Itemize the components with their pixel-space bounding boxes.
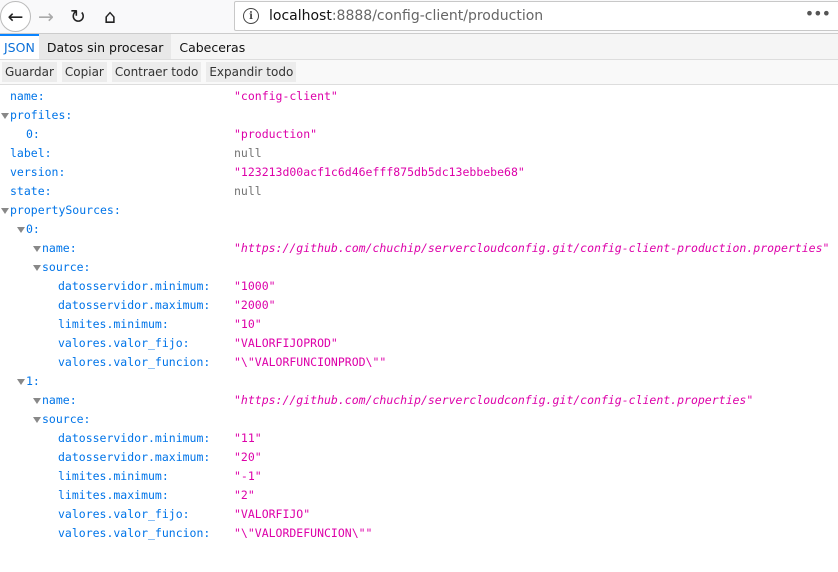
copy-button[interactable]: Copiar: [61, 62, 107, 82]
json-key: profiles:: [10, 108, 73, 122]
json-row[interactable]: 1:: [0, 372, 838, 391]
expand-toggle-icon[interactable]: [1, 113, 9, 119]
json-row[interactable]: datosservidor.minimum: "1000": [0, 277, 838, 296]
arrow-left-icon: ←: [7, 5, 24, 28]
json-row[interactable]: source:: [0, 410, 838, 429]
reload-icon: ↻: [70, 6, 86, 28]
collapse-all-button[interactable]: Contraer todo: [111, 62, 202, 82]
json-row[interactable]: version: "123213d00acf1c6d46efff875db5dc1…: [0, 163, 838, 182]
json-value: "123213d00acf1c6d46efff875db5dc13ebbebe6…: [234, 165, 525, 179]
save-button[interactable]: Guardar: [2, 62, 57, 82]
json-key: 1:: [26, 374, 40, 388]
json-value: "config-client": [234, 89, 338, 103]
json-row[interactable]: limites.minimum: "10": [0, 315, 838, 334]
home-button[interactable]: ⌂: [97, 4, 123, 30]
json-row[interactable]: datosservidor.minimum: "11": [0, 429, 838, 448]
json-row[interactable]: label: null: [0, 144, 838, 163]
home-icon: ⌂: [103, 6, 117, 28]
json-key: name:: [42, 241, 77, 255]
json-key: source:: [42, 412, 91, 426]
expand-toggle-icon[interactable]: [33, 417, 41, 423]
tab-raw-data[interactable]: Datos sin procesar: [38, 34, 172, 59]
back-button[interactable]: ←: [0, 1, 31, 32]
expand-toggle-icon[interactable]: [1, 208, 9, 214]
json-row[interactable]: datosservidor.maximum: "2000": [0, 296, 838, 315]
json-key: datosservidor.minimum:: [58, 431, 211, 445]
reload-button[interactable]: ↻: [65, 4, 91, 30]
json-key: valores.valor_funcion:: [58, 526, 211, 540]
json-row[interactable]: datosservidor.maximum: "20": [0, 448, 838, 467]
json-row[interactable]: source:: [0, 258, 838, 277]
json-row[interactable]: state: null: [0, 182, 838, 201]
json-key: limites.maximum:: [58, 488, 169, 502]
json-key: valores.valor_fijo:: [58, 507, 190, 521]
json-row[interactable]: valores.valor_funcion: "\"VALORFUNCIONPRO…: [0, 353, 838, 372]
tab-headers[interactable]: Cabeceras: [171, 34, 253, 59]
json-row[interactable]: valores.valor_funcion: "\"VALORDEFUNCION\…: [0, 524, 838, 543]
browser-navbar: ← → ↻ ⌂ i localhost:8888/config-client/p…: [0, 0, 838, 34]
json-key: limites.minimum:: [58, 317, 169, 331]
info-icon[interactable]: i: [243, 8, 259, 24]
expand-toggle-icon[interactable]: [33, 265, 41, 271]
url-host: localhost: [269, 8, 332, 24]
json-key: source:: [42, 260, 91, 274]
json-key: limites.minimum:: [58, 469, 169, 483]
json-row[interactable]: name: "https://github.com/chuchip/serverc…: [0, 239, 838, 258]
json-value: "20": [234, 450, 262, 464]
json-value: "\"VALORDEFUNCION\"": [234, 526, 373, 540]
json-row[interactable]: name: "https://github.com/chuchip/serverc…: [0, 391, 838, 410]
arrow-right-icon: →: [38, 6, 54, 28]
json-value: "https://github.com/chuchip/servercloudc…: [234, 393, 754, 407]
json-key: name:: [42, 393, 77, 407]
json-key: label:: [10, 146, 52, 160]
json-value: "10": [234, 317, 262, 331]
json-toolbar: Guardar Copiar Contraer todo Expandir to…: [0, 60, 838, 85]
json-row[interactable]: name: "config-client": [0, 87, 838, 106]
json-row[interactable]: profiles:: [0, 106, 838, 125]
json-value: "VALORFIJO": [234, 507, 311, 521]
expand-toggle-icon[interactable]: [33, 246, 41, 252]
json-key: 0:: [26, 222, 40, 236]
expand-all-button[interactable]: Expandir todo: [206, 62, 297, 82]
json-key: valores.valor_fijo:: [58, 336, 190, 350]
json-value: "2000": [234, 298, 276, 312]
json-value: "production": [234, 127, 318, 141]
json-value: "https://github.com/chuchip/servercloudc…: [234, 241, 830, 255]
json-row[interactable]: 0:: [0, 220, 838, 239]
expand-toggle-icon[interactable]: [33, 398, 41, 404]
json-value: "11": [234, 431, 262, 445]
json-row[interactable]: limites.minimum: "-1": [0, 467, 838, 486]
json-tree: name: "config-client" profiles: 0: "producti…: [0, 85, 838, 543]
json-value: "\"VALORFUNCIONPROD\"": [234, 355, 387, 369]
tab-json[interactable]: JSON: [0, 34, 39, 59]
json-key: state:: [10, 184, 52, 198]
json-value: null: [234, 184, 262, 198]
json-value: "VALORFIJOPROD": [234, 336, 338, 350]
json-value: "2": [234, 488, 255, 502]
json-value: "1000": [234, 279, 276, 293]
forward-button[interactable]: →: [33, 4, 59, 30]
json-key: version:: [10, 165, 66, 179]
viewer-tabs: JSON Datos sin procesar Cabeceras: [0, 34, 838, 60]
json-row[interactable]: propertySources:: [0, 201, 838, 220]
json-key: datosservidor.maximum:: [58, 298, 211, 312]
json-key: datosservidor.minimum:: [58, 279, 211, 293]
url-path: :8888/config-client/production: [331, 8, 544, 24]
json-row[interactable]: 0: "production": [0, 125, 838, 144]
json-key: datosservidor.maximum:: [58, 450, 211, 464]
expand-toggle-icon[interactable]: [17, 227, 25, 233]
page-actions-menu-icon[interactable]: •••: [805, 4, 831, 23]
json-key: valores.valor_funcion:: [58, 355, 211, 369]
json-row[interactable]: limites.maximum: "2": [0, 486, 838, 505]
json-key: propertySources:: [10, 203, 121, 217]
json-row[interactable]: valores.valor_fijo: "VALORFIJOPROD": [0, 334, 838, 353]
json-row[interactable]: valores.valor_fijo: "VALORFIJO": [0, 505, 838, 524]
json-value: "-1": [234, 469, 262, 483]
expand-toggle-icon[interactable]: [17, 379, 25, 385]
json-key: name:: [10, 89, 45, 103]
json-value: null: [234, 146, 262, 160]
url-bar[interactable]: i localhost:8888/config-client/productio…: [234, 1, 838, 31]
json-key: 0:: [26, 127, 40, 141]
